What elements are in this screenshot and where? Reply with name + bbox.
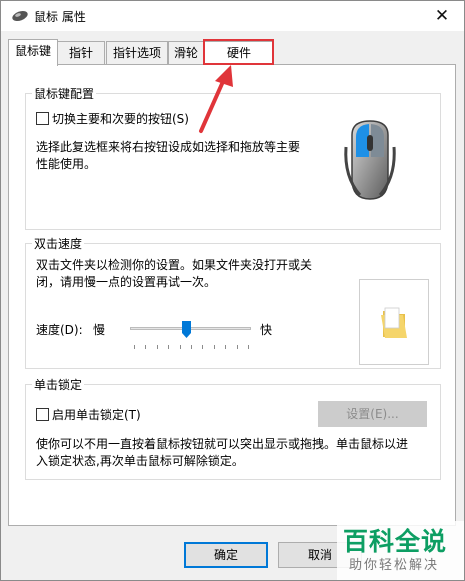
speed-slider-tick	[180, 345, 181, 349]
slow-label: 慢	[93, 323, 106, 337]
double-click-description-line2: 闭，请用慢一点的设置再试一次。	[36, 275, 217, 289]
click-lock-description-line2: 入锁定状态,再次单击鼠标可解除锁定。	[36, 454, 244, 468]
switch-buttons-checkbox[interactable]	[36, 112, 49, 125]
speed-slider-tick	[191, 345, 192, 349]
speed-slider-tick	[248, 345, 249, 349]
click-lock-settings-button[interactable]: 设置(E)...	[318, 401, 427, 427]
fast-label: 快	[260, 323, 273, 337]
speed-slider-tick	[157, 345, 158, 349]
annotation-arrow-icon	[199, 65, 233, 133]
speed-label: 速度(D):	[36, 323, 83, 337]
double-click-title: 双击速度	[32, 235, 85, 252]
switch-buttons-label[interactable]: 切换主要和次要的按钮(S)	[52, 110, 189, 127]
watermark-subtitle: 助你轻松解决	[349, 558, 440, 573]
button-config-description-line1: 选择此复选框来将右按钮设成如选择和拖放等主要	[36, 140, 301, 154]
speed-slider-tick	[145, 345, 146, 349]
double-click-test-area[interactable]	[359, 279, 429, 365]
click-lock-label[interactable]: 启用单击锁定(T)	[52, 406, 141, 423]
mouse-properties-window: 鼠标 属性 ✕ 鼠标键 指针 指针选项 滑轮 硬件 鼠标键配置 切换主要和次要的…	[0, 0, 465, 581]
speed-slider-thumb[interactable]	[182, 321, 191, 338]
double-click-description-line1: 双击文件夹以检测你的设置。如果文件夹没打开或关	[36, 258, 313, 272]
mouse-illustration-icon	[344, 120, 396, 200]
speed-slider-tick	[202, 345, 203, 349]
speed-slider-tick	[225, 345, 226, 349]
click-lock-checkbox[interactable]	[36, 408, 49, 421]
watermark-logo: 百科全说 助你轻松解决	[337, 521, 464, 580]
watermark-title: 百科全说	[343, 527, 448, 556]
click-lock-description-line1: 使你可以不用一直按着鼠标按钮就可以突出显示或拖拽。单击鼠标以进	[36, 437, 409, 451]
click-lock-title: 单击锁定	[32, 376, 85, 393]
ok-button[interactable]: 确定	[184, 542, 268, 568]
speed-slider-tick	[237, 345, 238, 349]
speed-slider-tick	[134, 345, 135, 349]
button-config-description-line2: 性能使用。	[36, 157, 97, 171]
speed-slider-tick	[168, 345, 169, 349]
button-config-title: 鼠标键配置	[32, 85, 97, 102]
test-folder-icon[interactable]	[379, 307, 409, 339]
speed-slider-tick	[214, 345, 215, 349]
